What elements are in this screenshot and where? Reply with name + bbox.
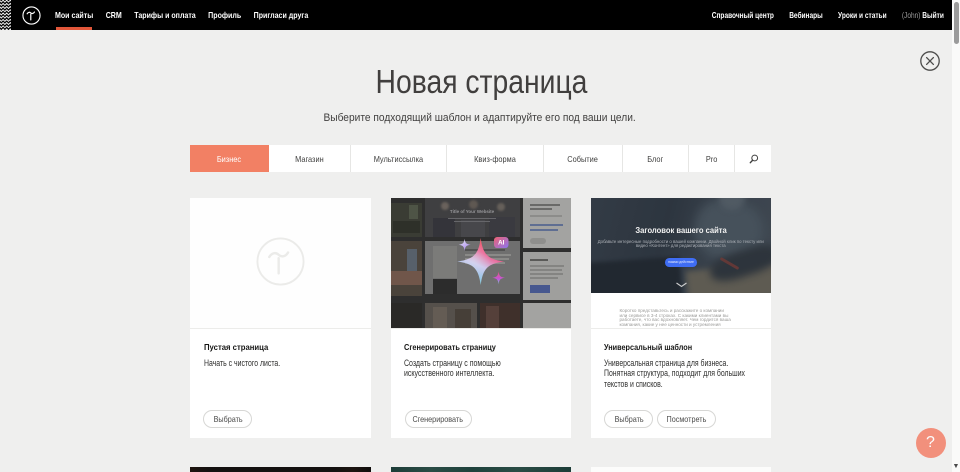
svg-text:AI: AI	[497, 240, 504, 247]
